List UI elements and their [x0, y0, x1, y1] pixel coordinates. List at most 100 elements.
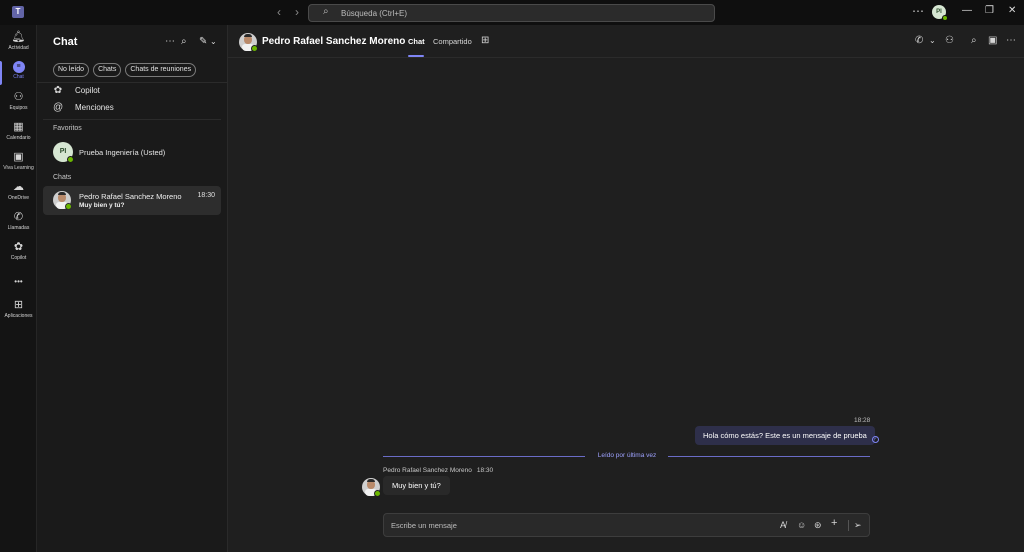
call-chevron-icon[interactable]: ⌄ [929, 35, 936, 47]
tab-shared[interactable]: Compartido [433, 37, 472, 46]
search-chats-icon[interactable]: ⌕ [181, 36, 187, 48]
chat-item-name: Pedro Rafael Sanchez Moreno [79, 192, 182, 201]
format-icon[interactable]: A̸ [780, 520, 786, 531]
rail-label-apps: Aplicaciones [4, 313, 33, 319]
contact-avatar [53, 191, 72, 210]
app-rail: 🔔︎ Actividad ≡ Chat ⚇ Equipos ▦ Calendar… [0, 25, 37, 552]
filter-unread[interactable]: No leído [53, 63, 90, 77]
settings-more-icon[interactable]: ⋯ [912, 4, 924, 18]
copilot-label: Copilot [75, 85, 100, 95]
contact-name[interactable]: Pedro Rafael Sanchez Moreno [262, 36, 405, 47]
people-icon[interactable]: ⚇ [945, 35, 954, 47]
filter-meeting-chats[interactable]: Chats de reuniones [125, 63, 197, 77]
last-read-divider [383, 456, 585, 457]
last-read-divider [668, 456, 870, 457]
incoming-timestamp: 18:30 [476, 467, 494, 474]
apps-icon: ⊞ [13, 299, 24, 311]
favorite-name: Prueba Ingeniería (Usted) [79, 147, 166, 157]
forward-arrow-icon[interactable]: › [295, 5, 299, 19]
minimize-button[interactable]: — [962, 4, 972, 18]
rail-item-chat[interactable]: ≡ Chat [0, 61, 37, 89]
incoming-message[interactable]: Muy bien y tú? [383, 476, 450, 495]
more-options-icon[interactable]: ⋯ [1006, 35, 1016, 47]
copilot-row[interactable]: ✿ Copilot [53, 83, 100, 97]
filter-pills: No leído Chats Chats de reuniones [53, 63, 197, 77]
chat-item-preview: Muy bien y tú? [79, 202, 125, 209]
search-input[interactable] [341, 6, 701, 20]
loop-icon[interactable]: ⊛ [814, 520, 822, 531]
outgoing-timestamp: 18:28 [854, 417, 871, 424]
conversation-header: Pedro Rafael Sanchez Moreno Chat Compart… [228, 25, 1024, 58]
copilot-icon: ✿ [13, 241, 24, 253]
rail-label-calendar: Calendario [6, 135, 31, 141]
teams-icon: ⚇ [13, 91, 24, 103]
divider [43, 119, 221, 120]
filter-chats[interactable]: Chats [93, 63, 122, 77]
contact-avatar[interactable] [239, 33, 258, 52]
incoming-sender: Pedro Rafael Sanchez Moreno [383, 467, 472, 474]
rail-item-copilot[interactable]: ✿ Copilot [0, 241, 37, 269]
more-options-icon[interactable]: ⋯ [165, 36, 175, 48]
rail-item-apps[interactable]: ⊞ Aplicaciones [0, 299, 37, 327]
last-read-label: Leído por última vez [597, 452, 657, 459]
rail-item-calls[interactable]: ✆ Llamadas [0, 211, 37, 239]
presence-available-icon [67, 156, 74, 163]
chat-list-item-selected[interactable]: Pedro Rafael Sanchez Moreno 18:30 Muy bi… [43, 186, 221, 215]
conversation-pane: Pedro Rafael Sanchez Moreno Chat Compart… [228, 25, 1024, 552]
presence-available-icon [942, 15, 948, 21]
more-dots-icon: ••• [14, 277, 23, 286]
copilot-icon: ✿ [53, 84, 63, 96]
chat-item-time: 18:30 [197, 192, 215, 199]
read-receipt-icon: ✓ [872, 436, 879, 443]
presence-available-icon [65, 203, 72, 210]
restore-button[interactable]: ❐ [985, 4, 994, 18]
divider [848, 520, 849, 531]
active-tab-indicator [408, 55, 424, 57]
favorite-item[interactable]: PI Prueba Ingeniería (Usted) [53, 141, 165, 163]
rail-label-calls: Llamadas [7, 225, 30, 231]
message-composer[interactable]: A̸ ☺ ⊛ + ➢ [383, 513, 870, 537]
rail-item-activity[interactable]: 🔔︎ Actividad [0, 31, 37, 59]
global-search[interactable]: ⌕ [308, 4, 715, 22]
mentions-row[interactable]: @ Menciones [53, 100, 114, 114]
phone-icon: ✆ [13, 211, 24, 223]
tab-chat[interactable]: Chat [408, 37, 425, 46]
chat-list-pane: Chat ⋯ ⌕ ✎ ⌄ No leído Chats Chats de reu… [37, 25, 228, 552]
favorites-section-title[interactable]: Favoritos [53, 125, 82, 132]
cloud-icon: ☁ [13, 181, 24, 193]
sender-avatar[interactable] [362, 478, 381, 497]
rail-item-teams[interactable]: ⚇ Equipos [0, 91, 37, 119]
mention-icon: @ [53, 101, 64, 113]
presence-available-icon [374, 490, 381, 497]
call-icon[interactable]: ✆ [915, 35, 923, 47]
rail-label-chat: Chat [13, 74, 24, 80]
message-input[interactable] [391, 518, 771, 532]
avatar-initials: PI [59, 148, 67, 155]
profile-avatar[interactable]: PI [932, 5, 948, 21]
close-window-button[interactable]: ✕ [1008, 4, 1016, 18]
teams-logo-icon: T [12, 6, 24, 18]
add-tab-icon[interactable]: ⊞ [481, 35, 489, 47]
learning-icon: ▣ [13, 151, 24, 163]
side-panel-icon[interactable]: ▣ [988, 35, 997, 47]
rail-item-viva-learning[interactable]: ▣ Viva Learning [0, 151, 37, 179]
chats-section-title[interactable]: Chats [53, 174, 71, 181]
incoming-meta: Pedro Rafael Sanchez Moreno 18:30 [383, 467, 493, 474]
send-icon[interactable]: ➢ [854, 520, 862, 531]
outgoing-message[interactable]: Hola cómo estás? Este es un mensaje de p… [695, 426, 875, 445]
rail-item-onedrive[interactable]: ☁ OneDrive [0, 181, 37, 209]
rail-item-calendar[interactable]: ▦ Calendario [0, 121, 37, 149]
chevron-down-icon[interactable]: ⌄ [210, 36, 217, 48]
rail-more-apps[interactable]: ••• [0, 275, 37, 289]
title-bar: T ‹ › ⌕ ⋯ PI — ❐ ✕ [0, 0, 1024, 25]
new-chat-icon[interactable]: ✎ [199, 36, 207, 48]
rail-label-copilot: Copilot [10, 255, 27, 261]
attach-icon[interactable]: + [831, 518, 837, 529]
presence-available-icon [251, 45, 258, 52]
search-in-chat-icon[interactable]: ⌕ [971, 35, 977, 47]
back-arrow-icon[interactable]: ‹ [277, 5, 281, 19]
rail-label-viva-learning: Viva Learning [3, 165, 34, 171]
bell-icon: 🔔︎ [11, 31, 26, 43]
search-icon: ⌕ [323, 6, 329, 17]
emoji-icon[interactable]: ☺ [797, 520, 806, 531]
